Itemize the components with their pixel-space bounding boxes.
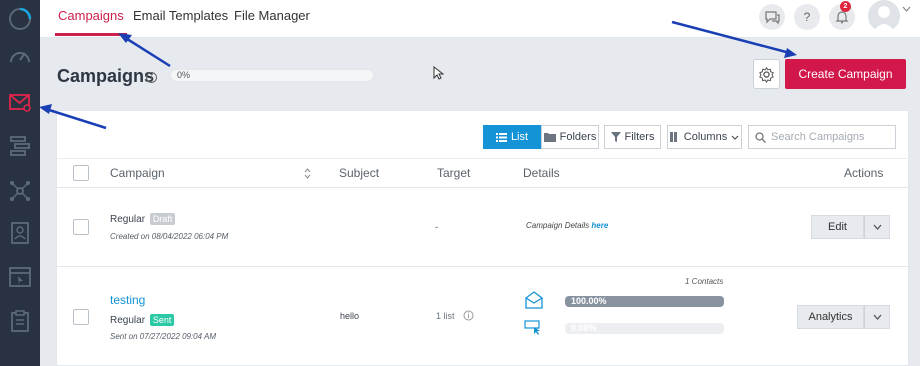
- list-view-button[interactable]: List: [483, 125, 541, 149]
- campaign-meta: Created on 08/04/2022 06:04 PM: [110, 232, 229, 241]
- chevron-down-icon[interactable]: [902, 6, 911, 12]
- top-bar: Campaigns Email Templates File Manager ?…: [40, 0, 920, 38]
- row-checkbox[interactable]: [73, 219, 89, 235]
- campaign-target: -: [435, 222, 438, 232]
- campaign-type: Regular Draft: [110, 213, 176, 225]
- header-target: Target: [437, 166, 471, 180]
- network-icon[interactable]: [7, 178, 33, 204]
- info-icon[interactable]: i: [146, 72, 157, 83]
- tab-campaigns[interactable]: Campaigns: [55, 0, 127, 38]
- click-rate-text: 0.00%: [571, 323, 597, 333]
- notification-badge: 2: [840, 1, 851, 12]
- filter-icon: [610, 132, 621, 142]
- row-action-group: Edit: [811, 215, 890, 239]
- sort-icon[interactable]: [304, 168, 311, 179]
- campaign-subject: hello: [340, 311, 360, 321]
- chevron-down-icon: [873, 314, 881, 320]
- left-navigation: [0, 0, 40, 366]
- notifications-button[interactable]: 2: [829, 1, 855, 30]
- help-icon: ?: [803, 10, 811, 24]
- status-badge: Draft: [149, 213, 176, 225]
- loading-ring-icon[interactable]: [7, 6, 33, 32]
- chevron-down-icon: [731, 135, 739, 140]
- row-checkbox[interactable]: [73, 309, 89, 325]
- mouse-cursor-icon: [433, 66, 444, 80]
- edit-button[interactable]: Edit: [811, 215, 864, 239]
- campaign-meta: Sent on 07/27/2022 09:04 AM: [110, 332, 217, 341]
- folder-icon: [543, 133, 556, 142]
- speedometer-icon[interactable]: [7, 44, 33, 70]
- table-header: Campaign Subject Target Details Actions: [57, 158, 910, 188]
- header-details: Details: [523, 166, 560, 180]
- campaign-type-label: Regular: [110, 214, 146, 225]
- open-rate-bar: 100.00%: [565, 296, 724, 307]
- campaign-target: 1 list: [436, 311, 455, 321]
- action-dropdown-button[interactable]: [864, 215, 890, 239]
- chat-icon: [765, 11, 780, 25]
- campaigns-panel: List Folders Filters Columns Campaign Su…: [56, 110, 910, 366]
- select-all-checkbox[interactable]: [73, 165, 89, 181]
- status-badge: Sent: [149, 314, 175, 326]
- campaign-type-label: Regular: [110, 315, 146, 326]
- search-box[interactable]: [748, 125, 896, 149]
- header-campaign: Campaign: [110, 166, 165, 180]
- click-rate-bar: 0.00%: [565, 323, 724, 334]
- campaign-details-link[interactable]: here: [591, 221, 608, 230]
- open-rate-text: 100.00%: [571, 296, 607, 306]
- user-avatar-icon: [873, 6, 895, 32]
- columns-dropdown[interactable]: Columns: [667, 125, 742, 149]
- opened-envelope-icon: [525, 291, 543, 309]
- contact-form-icon[interactable]: [7, 220, 33, 246]
- campaign-details-text: Campaign Details: [526, 221, 592, 230]
- progress-text: 0%: [177, 70, 191, 80]
- action-dropdown-button[interactable]: [864, 305, 890, 329]
- info-icon[interactable]: [463, 310, 474, 321]
- create-campaign-button[interactable]: Create Campaign: [785, 59, 906, 89]
- header-subject: Subject: [339, 166, 380, 180]
- clipboard-icon[interactable]: [7, 308, 33, 334]
- settings-button[interactable]: [753, 59, 780, 89]
- bell-icon: [835, 11, 849, 24]
- analytics-button[interactable]: Analytics: [797, 305, 864, 329]
- filters-button[interactable]: Filters: [604, 125, 661, 149]
- campaign-progress-bar: 0%: [170, 69, 374, 82]
- avatar[interactable]: [868, 0, 900, 32]
- tab-email-templates[interactable]: Email Templates: [133, 0, 228, 38]
- hierarchy-icon[interactable]: [7, 133, 33, 159]
- campaign-name-link[interactable]: testing: [110, 293, 145, 307]
- campaign-type: Regular Sent: [110, 314, 175, 326]
- table-row: Regular Draft Created on 08/04/2022 06:0…: [57, 189, 910, 267]
- search-icon: [755, 131, 766, 143]
- filters-label: Filters: [624, 131, 655, 143]
- chat-button[interactable]: [759, 4, 785, 30]
- list-icon: [495, 132, 507, 142]
- tab-file-manager[interactable]: File Manager: [234, 0, 310, 38]
- web-page-icon[interactable]: [7, 264, 33, 290]
- campaign-details: Campaign Details here: [526, 221, 608, 230]
- columns-icon: [669, 132, 677, 142]
- folders-view-button[interactable]: Folders: [541, 125, 599, 149]
- envelope-campaigns-icon[interactable]: [7, 89, 33, 115]
- list-label: List: [510, 131, 529, 143]
- help-button[interactable]: ?: [794, 4, 820, 30]
- table-row: testing Regular Sent Sent on 07/27/2022 …: [57, 267, 910, 366]
- link-click-icon: [524, 320, 540, 335]
- header-actions: Actions: [844, 166, 884, 180]
- contacts-count: 1 Contacts: [685, 277, 724, 286]
- page-title: Campaigns: [57, 66, 155, 86]
- row-action-group: Analytics: [797, 305, 890, 329]
- search-input[interactable]: [771, 131, 891, 143]
- chevron-down-icon: [873, 224, 881, 230]
- gear-icon: [759, 66, 774, 83]
- folders-label: Folders: [559, 131, 597, 143]
- columns-label: Columns: [683, 131, 728, 143]
